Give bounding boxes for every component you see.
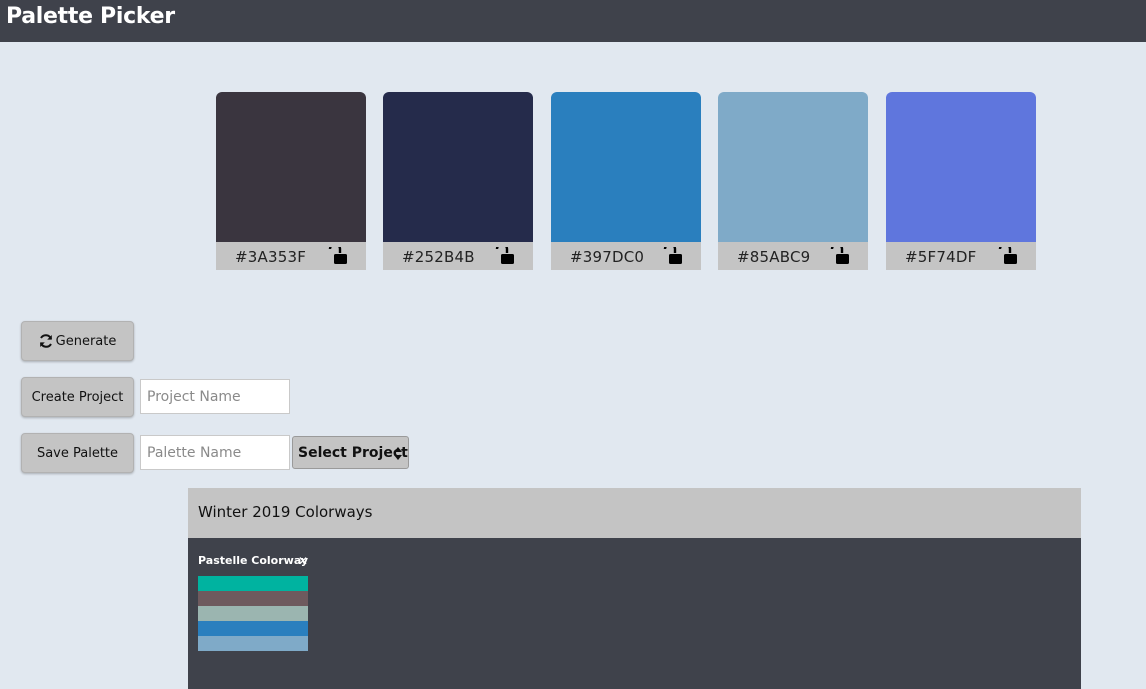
unlock-icon[interactable]: [328, 242, 348, 265]
palette-stripe: [198, 606, 308, 621]
app-title: Palette Picker: [6, 4, 175, 29]
close-icon[interactable]: ✕: [298, 554, 308, 568]
swatch-info-bar: #85ABC9: [718, 242, 868, 270]
unlock-icon[interactable]: [830, 242, 850, 265]
unlock-icon[interactable]: [998, 242, 1018, 265]
swatch-color: [551, 92, 701, 242]
palette-stripe: [198, 636, 308, 651]
swatch-hex: #85ABC9: [737, 248, 811, 266]
sort-arrows-icon: [394, 447, 402, 460]
color-swatch: #3A353F: [216, 92, 366, 270]
palette-color-stripes[interactable]: [198, 576, 308, 651]
project-name: Winter 2019 Colorways: [198, 503, 373, 521]
swatch-color: [718, 92, 868, 242]
save-palette-label: Save Palette: [36, 445, 119, 461]
swatch-info-bar: #5F74DF: [886, 242, 1036, 270]
color-swatch: #5F74DF: [886, 92, 1036, 270]
palette-stripe: [198, 621, 308, 636]
palette-stripe: [198, 591, 308, 606]
swatch-hex: #3A353F: [235, 248, 307, 266]
generate-label: Generate: [55, 333, 117, 349]
color-swatch: #85ABC9: [718, 92, 868, 270]
swatch-hex: #397DC0: [570, 248, 645, 266]
palette-name[interactable]: Pastelle Colorway: [198, 554, 308, 567]
refresh-icon: [39, 334, 52, 348]
create-project-label: Create Project: [31, 389, 124, 405]
color-swatch: #252B4B: [383, 92, 533, 270]
palette-stripe: [198, 576, 308, 591]
save-palette-button[interactable]: Save Palette: [21, 433, 134, 473]
swatch-info-bar: #252B4B: [383, 242, 533, 270]
palette-name-input[interactable]: [140, 435, 290, 470]
unlock-icon[interactable]: [663, 242, 683, 265]
color-swatch: #397DC0: [551, 92, 701, 270]
unlock-icon[interactable]: [495, 242, 515, 265]
swatch-hex: #5F74DF: [905, 248, 977, 266]
create-project-button[interactable]: Create Project: [21, 377, 134, 417]
select-project-label: Select Project: [298, 444, 408, 461]
generate-button[interactable]: Generate: [21, 321, 134, 361]
swatch-info-bar: #397DC0: [551, 242, 701, 270]
swatch-color: [216, 92, 366, 242]
project-panel: Winter 2019 Colorways Pastelle Colorway …: [188, 488, 1081, 689]
swatch-info-bar: #3A353F: [216, 242, 366, 270]
swatch-color: [383, 92, 533, 242]
swatch-hex: #252B4B: [402, 248, 475, 266]
project-name-input[interactable]: [140, 379, 290, 414]
app-header: Palette Picker: [0, 0, 1146, 42]
project-header: Winter 2019 Colorways: [188, 488, 1081, 538]
swatch-color: [886, 92, 1036, 242]
select-project-dropdown[interactable]: Select Project: [292, 436, 409, 469]
